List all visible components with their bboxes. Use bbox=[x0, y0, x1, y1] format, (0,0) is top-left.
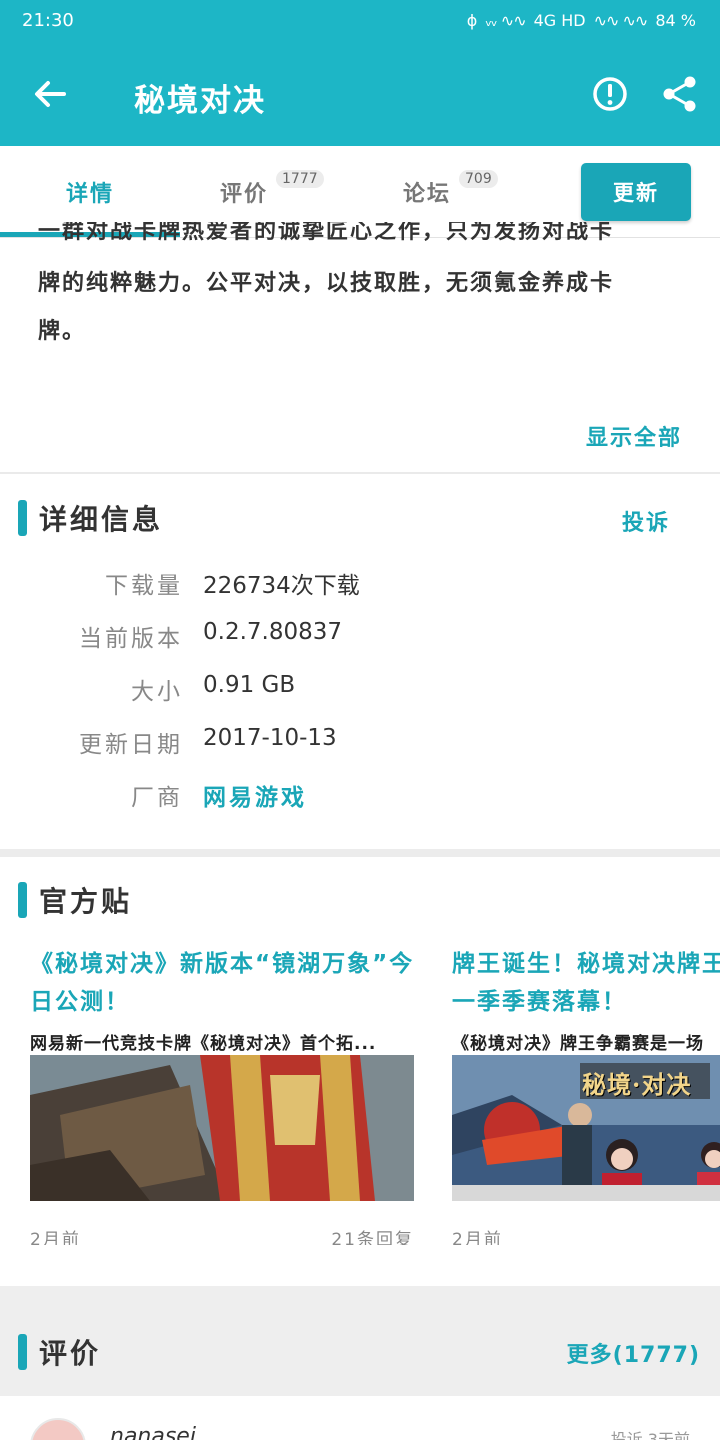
description-text: 一群对战卡牌热爱者的诚挚匠心之作，只为发扬对战卡 牌的纯粹魅力。公平对决，以技取… bbox=[38, 222, 688, 356]
show-all-link[interactable]: 显示全部 bbox=[586, 420, 682, 452]
app-header: 21:30 ɸ ᵥᵥ ∿∿ 4G HD ∿∿ ∿∿ 84 % 秘境对决 bbox=[0, 0, 720, 146]
post-title: 《秘境对决》新版本“镜湖万象”今日公测！ bbox=[30, 951, 415, 1015]
post-image: 秘境·对决 bbox=[452, 1055, 720, 1201]
info-key: 更新日期 bbox=[79, 732, 183, 758]
post-meta: 2月前 21条回复 bbox=[30, 1225, 420, 1245]
info-value: 0.2.7.80837 bbox=[203, 619, 342, 645]
status-bar: 21:30 ɸ ᵥᵥ ∿∿ 4G HD ∿∿ ∿∿ 84 % bbox=[0, 0, 720, 42]
battery-label: 84 % bbox=[655, 11, 696, 30]
tab-reviews-label: 评价 bbox=[220, 182, 269, 207]
tab-forum[interactable]: 论坛 709 bbox=[403, 170, 498, 208]
description-line-1: 一群对战卡牌热爱者的诚挚匠心之作，只为发扬对战卡 bbox=[38, 222, 615, 244]
wifi-icon: ∿∿ ∿∿ bbox=[593, 11, 649, 30]
update-button[interactable]: 更新 bbox=[581, 163, 691, 221]
official-header: 官方贴 bbox=[18, 880, 132, 920]
review-item[interactable]: nanasei 投诉 3天前 bbox=[0, 1396, 720, 1440]
info-row-size: 大小 0.91 GB bbox=[0, 672, 720, 712]
info-row-vendor: 厂商 网易游戏 bbox=[0, 778, 720, 818]
tab-details-label: 详情 bbox=[66, 182, 115, 207]
divider bbox=[0, 472, 720, 474]
vendor-link[interactable]: 网易游戏 bbox=[203, 778, 307, 812]
official-posts-carousel[interactable]: 《秘境对决》新版本“镜湖万象”今日公测！ 网易新一代竞技卡牌《秘境对决》首个拓.… bbox=[0, 945, 720, 1245]
post-card[interactable]: 牌王诞生！秘境对决牌王争霸赛第一季季赛落幕！ 《秘境对决》牌王争霸赛是一场 bbox=[452, 945, 720, 1245]
page-title: 秘境对决 bbox=[134, 83, 266, 119]
tab-reviews-badge: 1777 bbox=[276, 170, 324, 188]
details-title: 详细信息 bbox=[39, 503, 164, 536]
info-key: 厂商 bbox=[131, 785, 183, 811]
back-arrow-icon[interactable] bbox=[30, 74, 70, 114]
description-line-2: 牌的纯粹魅力。公平对决，以技取胜，无须氪金养成卡 bbox=[38, 271, 615, 296]
status-indicators: ɸ ᵥᵥ ∿∿ 4G HD ∿∿ ∿∿ 84 % bbox=[467, 11, 696, 30]
post-card[interactable]: 《秘境对决》新版本“镜湖万象”今日公测！ 网易新一代竞技卡牌《秘境对决》首个拓.… bbox=[30, 945, 420, 1245]
post-meta: 2月前 bbox=[452, 1225, 720, 1245]
post-time: 2月前 bbox=[30, 1230, 81, 1245]
share-icon[interactable] bbox=[660, 74, 700, 114]
post-replies: 21条回复 bbox=[331, 1230, 414, 1245]
review-username[interactable]: nanasei bbox=[110, 1424, 196, 1440]
status-time: 21:30 bbox=[22, 10, 74, 31]
details-header: 详细信息 bbox=[18, 498, 163, 538]
reviews-header: 评价 bbox=[18, 1332, 101, 1372]
network-label: 4G HD bbox=[533, 11, 586, 30]
post-image-logo: 秘境·对决 bbox=[582, 1070, 692, 1099]
vibrate-icon: ɸ bbox=[466, 11, 478, 30]
review-meta: 投诉 3天前 bbox=[610, 1430, 690, 1440]
section-marker bbox=[18, 500, 27, 536]
tab-forum-badge: 709 bbox=[459, 170, 498, 188]
section-marker bbox=[18, 882, 27, 918]
info-value: 0.91 GB bbox=[203, 672, 296, 698]
tab-forum-label: 论坛 bbox=[403, 182, 452, 207]
reviews-title: 评价 bbox=[39, 1337, 102, 1370]
signal-icon: ᵥᵥ ∿∿ bbox=[485, 11, 526, 30]
more-reviews-link[interactable]: 更多(1777) bbox=[567, 1337, 700, 1369]
post-image-art bbox=[30, 1055, 414, 1201]
post-summary: 《秘境对决》牌王争霸赛是一场 bbox=[452, 1034, 704, 1054]
official-title: 官方贴 bbox=[39, 885, 133, 918]
info-row-version: 当前版本 0.2.7.80837 bbox=[0, 619, 720, 659]
tab-reviews[interactable]: 评价 1777 bbox=[220, 170, 324, 208]
info-key: 大小 bbox=[131, 679, 183, 705]
info-key: 下载量 bbox=[105, 573, 183, 599]
description-line-3: 牌。 bbox=[38, 319, 87, 344]
report-icon[interactable] bbox=[590, 74, 630, 114]
info-key: 当前版本 bbox=[79, 626, 183, 652]
tab-details[interactable]: 详情 bbox=[66, 176, 114, 208]
post-image bbox=[30, 1055, 414, 1201]
avatar[interactable] bbox=[30, 1418, 86, 1440]
section-marker bbox=[18, 1334, 27, 1370]
post-summary: 网易新一代竞技卡牌《秘境对决》首个拓... bbox=[30, 1034, 377, 1054]
section-gap bbox=[0, 849, 720, 857]
info-value: 226734次下载 bbox=[203, 573, 360, 599]
post-title: 牌王诞生！秘境对决牌王争霸赛第一季季赛落幕！ bbox=[452, 951, 720, 1015]
info-row-downloads: 下载量 226734次下载 bbox=[0, 566, 720, 606]
info-row-update-date: 更新日期 2017-10-13 bbox=[0, 725, 720, 765]
report-link[interactable]: 投诉 bbox=[622, 505, 670, 537]
post-time: 2月前 bbox=[452, 1230, 503, 1245]
info-value: 2017-10-13 bbox=[203, 725, 337, 751]
